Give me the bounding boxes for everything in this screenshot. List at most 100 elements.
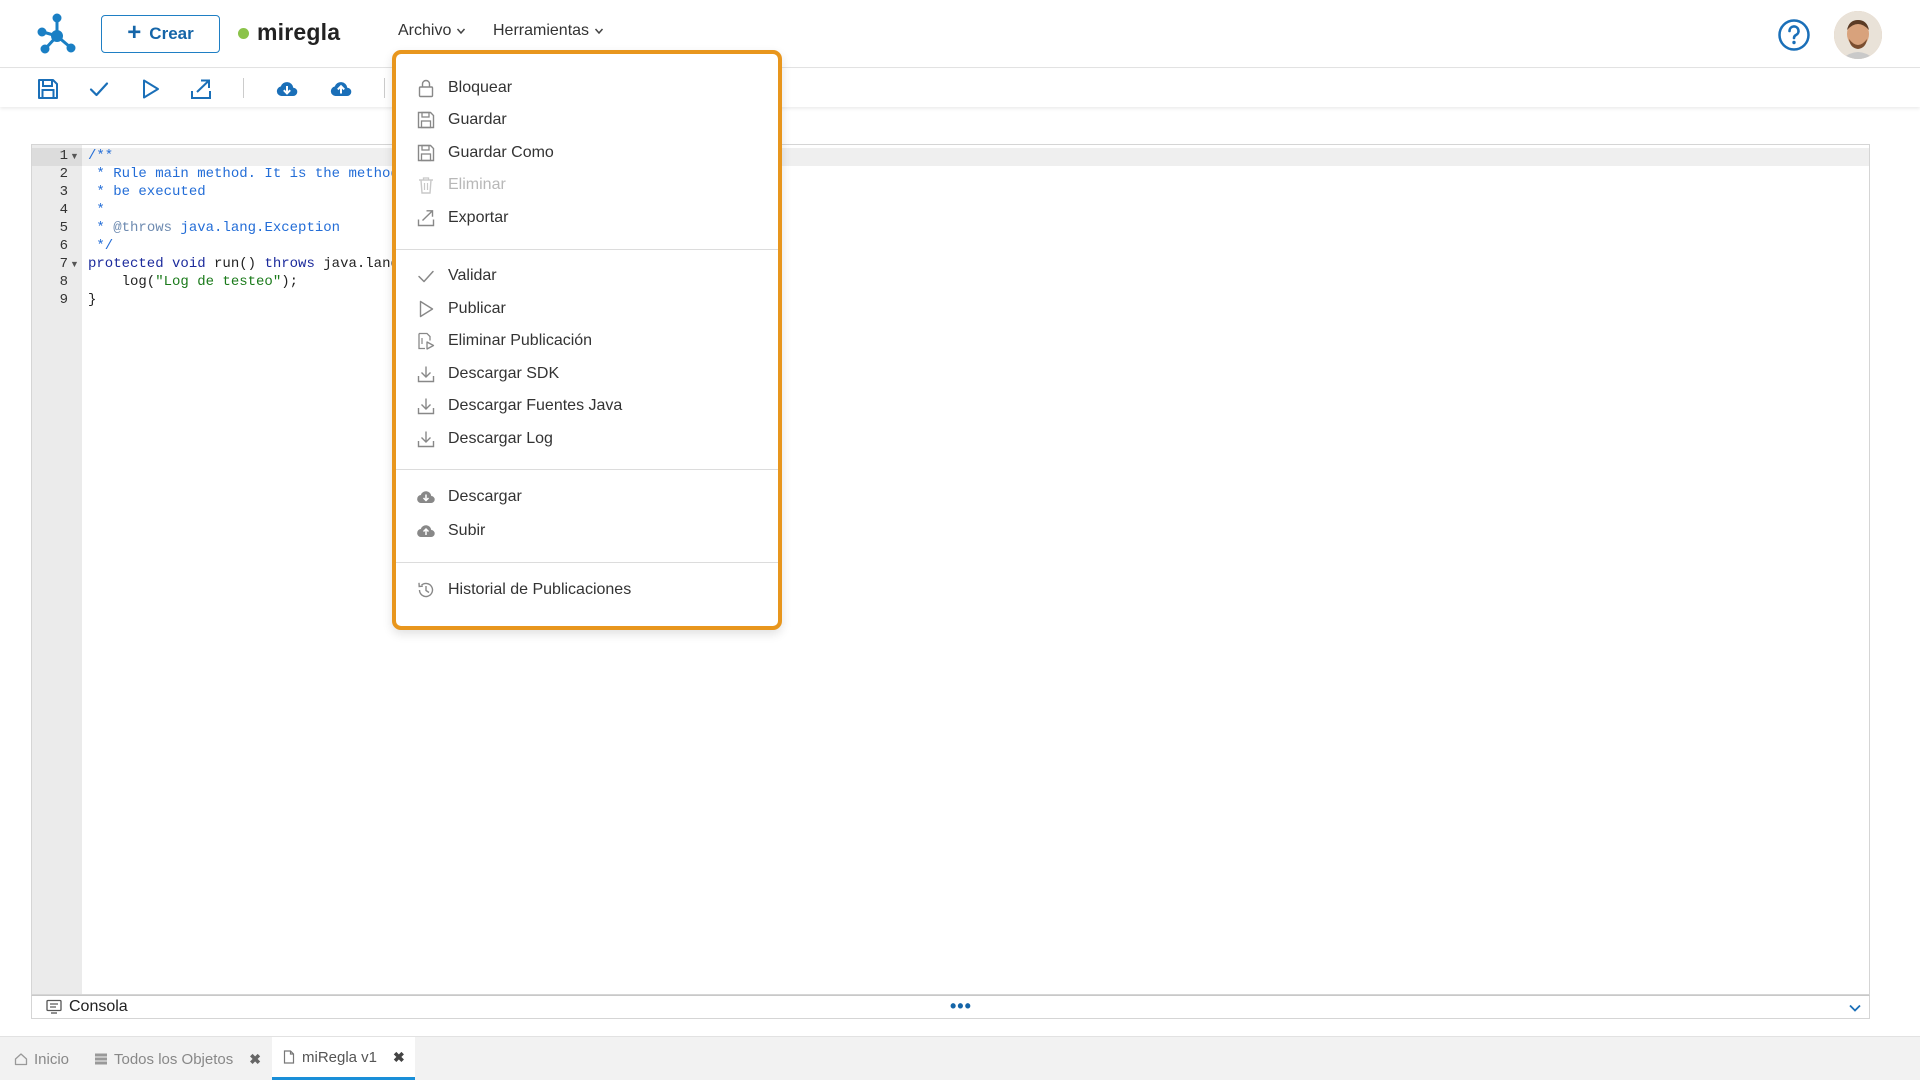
menu-item-label: Descargar Log xyxy=(448,430,553,447)
close-icon[interactable]: ✖ xyxy=(393,1049,405,1066)
menu-item-historial-de-publicaciones[interactable]: Historial de Publicaciones xyxy=(416,576,756,604)
menu-item-guardar-como[interactable]: Guardar Como xyxy=(416,139,756,167)
help-circle-icon[interactable] xyxy=(1777,18,1811,52)
create-button-label: Crear xyxy=(149,24,194,43)
code-line: * @throws java.lang.Exception xyxy=(88,220,340,236)
download-icon xyxy=(417,431,435,448)
fold-toggle-icon[interactable]: ▼ xyxy=(70,151,79,161)
code-token: java.lang xyxy=(314,256,399,272)
top-header: + Crear miregla Archivo Herramientas xyxy=(0,0,1920,68)
tab-todos-los-objetos[interactable]: Todos los Objetos ✖ xyxy=(84,1037,271,1080)
download-icon xyxy=(417,366,435,383)
app-window: + Crear miregla Archivo Herramientas 1 ▼… xyxy=(0,0,1920,1080)
code-line: /** xyxy=(88,148,114,164)
create-button[interactable]: + Crear xyxy=(101,15,220,53)
app-logo-icon[interactable] xyxy=(36,12,78,54)
history-icon xyxy=(418,582,434,598)
menu-item-descargar-sdk[interactable]: Descargar SDK xyxy=(416,360,756,388)
download-icon xyxy=(417,398,435,415)
line-number: 4 xyxy=(59,202,68,218)
tab-label: Inicio xyxy=(34,1050,70,1068)
menu-item-label: Publicar xyxy=(448,300,506,317)
avatar-image xyxy=(1834,11,1882,59)
menu-herramientas[interactable]: Herramientas xyxy=(493,22,604,40)
check-icon[interactable] xyxy=(87,77,111,101)
line-number: 6 xyxy=(59,238,68,254)
menu-item-descargar[interactable]: Descargar xyxy=(416,483,756,511)
lock-icon xyxy=(418,79,434,98)
chevron-down-icon[interactable] xyxy=(1848,1001,1862,1015)
menu-herramientas-label: Herramientas xyxy=(493,22,590,39)
menu-item-eliminar-publicacion[interactable]: Eliminar Publicación xyxy=(416,327,756,355)
chevron-down-icon xyxy=(457,28,466,35)
menu-item-validar[interactable]: Validar xyxy=(416,262,756,290)
menu-item-label: Bloquear xyxy=(448,79,513,96)
code-token: @throws xyxy=(113,220,173,236)
chevron-down-icon xyxy=(594,28,604,35)
save-icon[interactable] xyxy=(36,77,60,101)
play-icon xyxy=(419,300,434,318)
code-line: * Rule main method. It is the method xyxy=(88,166,399,182)
home-icon xyxy=(14,1053,28,1066)
export-icon xyxy=(417,210,435,227)
line-number: 7 xyxy=(59,256,68,272)
export-icon[interactable] xyxy=(189,77,213,101)
cloud-download-icon xyxy=(417,491,435,504)
code-token: java.lang.Exception xyxy=(172,220,341,236)
console-icon xyxy=(46,999,62,1014)
plus-icon: + xyxy=(127,19,142,46)
line-number: 2 xyxy=(59,166,68,182)
console-resize-handle[interactable]: ••• xyxy=(950,996,972,1017)
menu-item-publicar[interactable]: Publicar xyxy=(416,295,756,323)
menu-item-exportar[interactable]: Exportar xyxy=(416,204,756,232)
unpublish-icon xyxy=(418,332,435,350)
cloud-upload-icon xyxy=(417,525,435,538)
save-icon xyxy=(417,111,435,129)
code-line: */ xyxy=(88,238,114,254)
code-token: log( xyxy=(88,274,156,290)
code-line: * xyxy=(88,202,105,218)
menu-divider xyxy=(396,562,778,563)
menu-item-subir[interactable]: Subir xyxy=(416,517,756,545)
menu-item-bloquear[interactable]: Bloquear xyxy=(416,74,756,102)
tab-inicio[interactable]: Inicio xyxy=(4,1037,79,1080)
document-icon xyxy=(283,1050,295,1064)
save-as-icon xyxy=(417,144,435,162)
code-token: protected void xyxy=(88,256,206,272)
menu-item-label: Eliminar Publicación xyxy=(448,332,593,349)
menu-divider xyxy=(396,249,778,250)
code-editor[interactable]: 1 ▼ 2 3 4 5 6 7 ▼ 8 9 /** * Rule main me… xyxy=(31,144,1870,995)
active-line-highlight xyxy=(82,148,1869,166)
menu-item-label: Descargar xyxy=(448,488,522,505)
line-number: 9 xyxy=(59,292,68,308)
rule-status-dot xyxy=(238,28,249,39)
cloud-download-icon[interactable] xyxy=(275,77,299,101)
code-token: throws xyxy=(264,256,315,272)
cloud-upload-icon[interactable] xyxy=(329,77,353,101)
console-label: Consola xyxy=(69,998,128,1015)
menu-divider xyxy=(396,469,778,470)
tab-miregla-v1[interactable]: miRegla v1 ✖ xyxy=(272,1037,415,1080)
menu-item-descargar-log[interactable]: Descargar Log xyxy=(416,425,756,453)
fold-toggle-icon[interactable]: ▼ xyxy=(70,259,79,269)
editor-gutter xyxy=(32,145,82,994)
menu-item-label: Descargar Fuentes Java xyxy=(448,397,623,414)
tab-label: Todos los Objetos xyxy=(114,1050,234,1068)
menu-item-eliminar: Eliminar xyxy=(416,171,756,199)
menu-item-descargar-fuentes-java[interactable]: Descargar Fuentes Java xyxy=(416,392,756,420)
toolbar-separator xyxy=(243,78,244,98)
tab-label: miRegla v1 xyxy=(302,1048,378,1066)
play-icon[interactable] xyxy=(138,77,162,101)
rule-name: miregla xyxy=(257,19,341,45)
line-number: 1 xyxy=(59,148,68,164)
line-number: 3 xyxy=(59,184,68,200)
menu-item-label: Eliminar xyxy=(448,176,506,193)
close-icon[interactable]: ✖ xyxy=(249,1051,261,1068)
menu-archivo[interactable]: Archivo xyxy=(398,22,466,40)
user-avatar[interactable] xyxy=(1834,11,1882,59)
menu-item-guardar[interactable]: Guardar xyxy=(416,106,756,134)
console-bar[interactable]: Consola ••• xyxy=(31,995,1870,1019)
code-line: } xyxy=(88,292,97,308)
code-token: "Log de testeo" xyxy=(155,274,282,290)
toolbar xyxy=(0,69,1920,107)
